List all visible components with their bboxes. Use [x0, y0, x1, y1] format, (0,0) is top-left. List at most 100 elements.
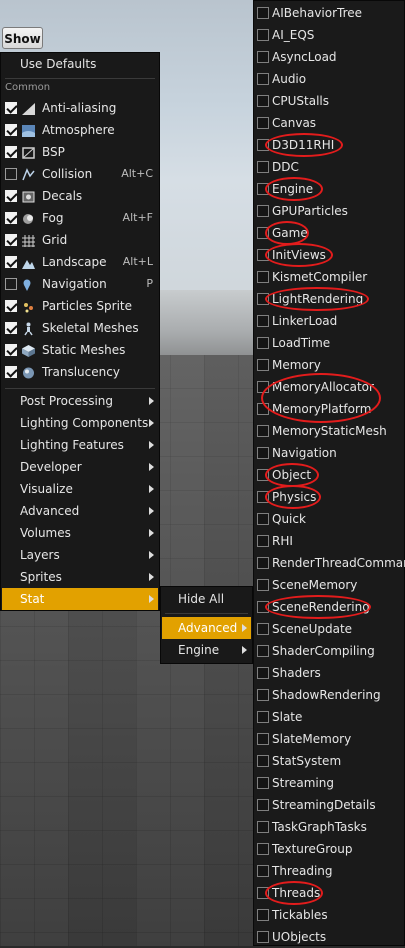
show-button[interactable]: Show: [2, 27, 43, 49]
checkbox[interactable]: [5, 366, 17, 378]
checkbox[interactable]: [257, 843, 269, 855]
stat-cpustalls[interactable]: CPUStalls: [254, 90, 405, 112]
checkbox[interactable]: [257, 491, 269, 503]
checkbox[interactable]: [5, 344, 17, 356]
stat-linkerload[interactable]: LinkerLoad: [254, 310, 405, 332]
stat-loadtime[interactable]: LoadTime: [254, 332, 405, 354]
checkbox[interactable]: [257, 95, 269, 107]
checkbox[interactable]: [257, 469, 269, 481]
stat-slate[interactable]: Slate: [254, 706, 405, 728]
show-item-static-meshes[interactable]: Static Meshes: [2, 339, 158, 361]
stat-taskgraphtasks[interactable]: TaskGraphTasks: [254, 816, 405, 838]
checkbox[interactable]: [257, 557, 269, 569]
stat-ai-eqs[interactable]: AI_EQS: [254, 24, 405, 46]
show-item-atmosphere[interactable]: Atmosphere: [2, 119, 158, 141]
stat-game[interactable]: Game: [254, 222, 405, 244]
stat-streaming[interactable]: Streaming: [254, 772, 405, 794]
checkbox[interactable]: [257, 73, 269, 85]
stat-memorystaticmesh[interactable]: MemoryStaticMesh: [254, 420, 405, 442]
checkbox[interactable]: [5, 300, 17, 312]
stat-memoryallocator[interactable]: MemoryAllocator: [254, 376, 405, 398]
checkbox[interactable]: [257, 733, 269, 745]
stat-engine[interactable]: Engine: [254, 178, 405, 200]
stat-canvas[interactable]: Canvas: [254, 112, 405, 134]
show-item-anti-aliasing[interactable]: Anti-aliasing: [2, 97, 158, 119]
checkbox[interactable]: [257, 513, 269, 525]
submenu-advanced[interactable]: Advanced: [2, 500, 158, 522]
checkbox[interactable]: [257, 777, 269, 789]
stat-asyncload[interactable]: AsyncLoad: [254, 46, 405, 68]
checkbox[interactable]: [257, 117, 269, 129]
show-item-particles-sprite[interactable]: Particles Sprite: [2, 295, 158, 317]
checkbox[interactable]: [257, 271, 269, 283]
checkbox[interactable]: [257, 293, 269, 305]
hide-all-item[interactable]: Hide All: [162, 588, 251, 610]
stat-threads[interactable]: Threads: [254, 882, 405, 904]
stat-ddc[interactable]: DDC: [254, 156, 405, 178]
stat-memory[interactable]: Memory: [254, 354, 405, 376]
stat-object[interactable]: Object: [254, 464, 405, 486]
checkbox[interactable]: [257, 799, 269, 811]
checkbox[interactable]: [257, 337, 269, 349]
checkbox[interactable]: [5, 190, 17, 202]
stat-physics[interactable]: Physics: [254, 486, 405, 508]
submenu-developer[interactable]: Developer: [2, 456, 158, 478]
show-item-fog[interactable]: Fog Alt+F: [2, 207, 158, 229]
stat-streamingdetails[interactable]: StreamingDetails: [254, 794, 405, 816]
submenu-volumes[interactable]: Volumes: [2, 522, 158, 544]
checkbox[interactable]: [5, 168, 17, 180]
checkbox[interactable]: [257, 623, 269, 635]
show-item-collision[interactable]: Collision Alt+C: [2, 163, 158, 185]
stat-shadercompiling[interactable]: ShaderCompiling: [254, 640, 405, 662]
stat-slatememory[interactable]: SlateMemory: [254, 728, 405, 750]
show-item-navigation[interactable]: Navigation P: [2, 273, 158, 295]
show-item-bsp[interactable]: BSP: [2, 141, 158, 163]
stat-scenememory[interactable]: SceneMemory: [254, 574, 405, 596]
checkbox[interactable]: [257, 909, 269, 921]
stat-gpuparticles[interactable]: GPUParticles: [254, 200, 405, 222]
checkbox[interactable]: [257, 425, 269, 437]
stat-quick[interactable]: Quick: [254, 508, 405, 530]
stat-texturegroup[interactable]: TextureGroup: [254, 838, 405, 860]
checkbox[interactable]: [257, 689, 269, 701]
use-defaults-item[interactable]: Use Defaults: [2, 53, 158, 75]
checkbox[interactable]: [257, 29, 269, 41]
checkbox[interactable]: [257, 755, 269, 767]
checkbox[interactable]: [257, 249, 269, 261]
show-item-decals[interactable]: Decals: [2, 185, 158, 207]
checkbox[interactable]: [257, 711, 269, 723]
checkbox[interactable]: [257, 447, 269, 459]
checkbox[interactable]: [257, 7, 269, 19]
checkbox[interactable]: [257, 315, 269, 327]
stat-rhi[interactable]: RHI: [254, 530, 405, 552]
submenu-post-processing[interactable]: Post Processing: [2, 390, 158, 412]
checkbox[interactable]: [257, 51, 269, 63]
submenu-lighting-features[interactable]: Lighting Features: [2, 434, 158, 456]
checkbox[interactable]: [257, 931, 269, 943]
checkbox[interactable]: [257, 161, 269, 173]
checkbox[interactable]: [257, 205, 269, 217]
stat-shadowrendering[interactable]: ShadowRendering: [254, 684, 405, 706]
stat-kismetcompiler[interactable]: KismetCompiler: [254, 266, 405, 288]
stat-d3d11rhi[interactable]: D3D11RHI: [254, 134, 405, 156]
stat-shaders[interactable]: Shaders: [254, 662, 405, 684]
show-item-landscape[interactable]: Landscape Alt+L: [2, 251, 158, 273]
checkbox[interactable]: [257, 887, 269, 899]
stat-advanced[interactable]: Advanced: [162, 617, 251, 639]
stat-statsystem[interactable]: StatSystem: [254, 750, 405, 772]
checkbox[interactable]: [257, 359, 269, 371]
checkbox[interactable]: [5, 212, 17, 224]
checkbox[interactable]: [257, 139, 269, 151]
stat-scenerendering[interactable]: SceneRendering: [254, 596, 405, 618]
checkbox[interactable]: [5, 124, 17, 136]
checkbox[interactable]: [5, 278, 17, 290]
checkbox[interactable]: [257, 645, 269, 657]
checkbox[interactable]: [257, 579, 269, 591]
stat-memoryplatform[interactable]: MemoryPlatform: [254, 398, 405, 420]
stat-renderthreadcommands[interactable]: RenderThreadCommands: [254, 552, 405, 574]
submenu-layers[interactable]: Layers: [2, 544, 158, 566]
stat-threading[interactable]: Threading: [254, 860, 405, 882]
checkbox[interactable]: [257, 535, 269, 547]
stat-uobjects[interactable]: UObjects: [254, 926, 405, 948]
show-item-grid[interactable]: Grid: [2, 229, 158, 251]
